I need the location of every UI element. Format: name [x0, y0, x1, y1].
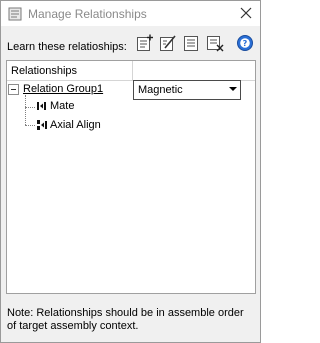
chevron-down-icon — [229, 87, 237, 91]
svg-text:?: ? — [243, 39, 248, 48]
mate-icon — [36, 100, 48, 112]
list-button[interactable] — [181, 33, 201, 53]
axial-align-icon — [36, 119, 48, 131]
tree-connector — [25, 107, 35, 108]
relationships-app-icon — [8, 7, 22, 21]
window-title: Manage Relationships — [28, 7, 147, 21]
add-relationship-button[interactable] — [135, 33, 155, 53]
dropdown-value: Magnetic — [138, 84, 183, 96]
tree-item-label: Mate — [50, 100, 75, 112]
relation-mode-dropdown[interactable]: Magnetic — [133, 80, 241, 100]
relationships-tree[interactable]: Relationships Relation Group1 Mate Axial… — [6, 60, 256, 294]
help-icon: ? — [237, 35, 253, 51]
close-button[interactable] — [237, 4, 255, 22]
remove-list-icon — [207, 36, 224, 52]
edit-list-icon — [160, 35, 176, 51]
close-icon — [240, 7, 252, 19]
edit-relationship-button[interactable] — [158, 33, 178, 53]
learn-relationships-label: Learn these relatioships: — [7, 41, 127, 53]
tree-connector — [25, 125, 35, 126]
tree-connector — [25, 95, 26, 125]
column-divider — [132, 61, 133, 80]
assembly-order-note: Note: Relationships should be in assembl… — [7, 307, 244, 332]
manage-relationships-window: Manage Relationships Learn these relatio… — [0, 0, 261, 343]
tree-item-label: Axial Align — [50, 119, 101, 131]
title-bar: Manage Relationships — [1, 1, 260, 26]
column-header-label: Relationships — [11, 65, 78, 77]
remove-relationship-button[interactable] — [205, 33, 225, 53]
collapse-toggle[interactable] — [8, 84, 19, 95]
relationships-column-header: Relationships — [7, 61, 255, 81]
list-icon — [184, 36, 198, 51]
help-button[interactable]: ? — [235, 33, 255, 53]
relation-group-label[interactable]: Relation Group1 — [23, 83, 103, 95]
add-list-icon — [137, 34, 153, 51]
